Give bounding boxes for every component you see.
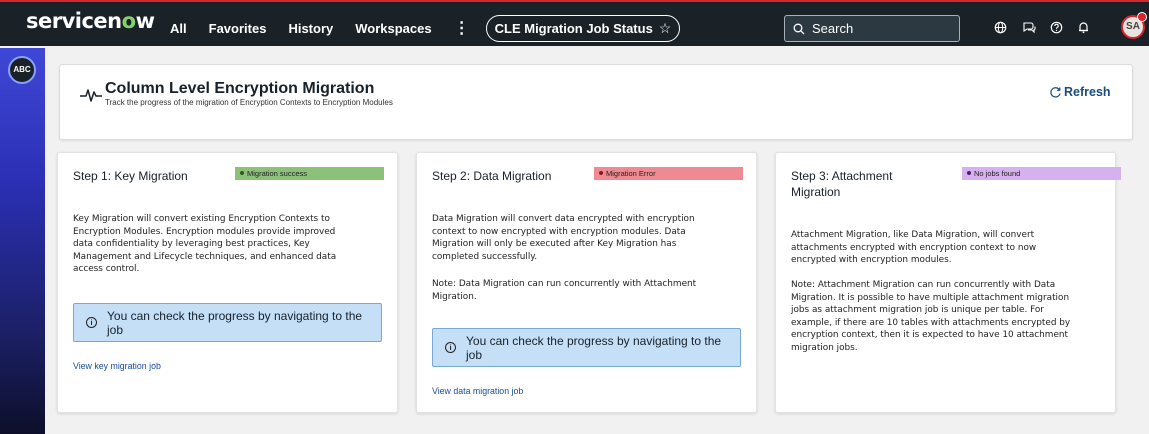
status-badge-label: No jobs found <box>974 169 1021 178</box>
search-icon <box>793 23 805 34</box>
step-title: Step 1: Key Migration <box>73 169 188 183</box>
description-line: access control. <box>73 264 140 275</box>
view-key-migration-job-link[interactable]: View key migration job <box>73 361 161 371</box>
notifications-bell-icon[interactable] <box>1076 21 1090 35</box>
description-line: Key Migration will convert existing Encr… <box>73 214 330 224</box>
info-icon: i <box>445 342 456 353</box>
global-search-input[interactable]: Search <box>784 15 960 42</box>
page-header-card: Column Level Encryption Migration Track … <box>59 64 1133 140</box>
step-title-line: Migration <box>791 185 841 199</box>
step-card-key-migration: Step 1: Key Migration Migration success … <box>57 152 398 413</box>
nav-workspaces[interactable]: Workspaces <box>355 21 431 38</box>
notification-badge <box>1137 12 1147 22</box>
help-icon[interactable] <box>1049 21 1063 35</box>
status-badge: No jobs found <box>962 167 1121 180</box>
info-text: You can check the progress by navigating… <box>466 333 722 362</box>
description-line: Management and Lifecycle techniques, and… <box>73 251 337 262</box>
description-line: Data Migration will convert data encrypt… <box>432 214 695 224</box>
step-description: Key Migration will convert existing Encr… <box>73 213 336 276</box>
note-line: Note: Attachment Migration can run concu… <box>791 280 1056 290</box>
refresh-label: Refresh <box>1064 85 1111 99</box>
note-line: example, if there are 10 tables with att… <box>791 317 1071 328</box>
step-title: Step 2: Data Migration <box>432 169 552 183</box>
nav-favorites[interactable]: Favorites <box>209 21 267 38</box>
info-callout: i You can check the progress by navigati… <box>432 328 741 367</box>
status-badge-label: Migration Error <box>606 169 656 178</box>
step-description: Attachment Migration, like Data Migratio… <box>791 229 1036 267</box>
view-data-migration-job-link[interactable]: View data migration job <box>432 386 523 396</box>
status-dot-icon <box>967 171 971 176</box>
top-navigation-bar: servicenow All Favorites History Workspa… <box>0 0 1149 46</box>
status-badge: Migration Error <box>594 167 743 180</box>
description-line: completed successfully. <box>432 251 538 262</box>
star-icon[interactable]: ☆ <box>659 20 672 37</box>
status-badge-label: Migration success <box>247 169 308 178</box>
page-subtitle: Track the progress of the migration of E… <box>105 98 393 107</box>
note-line: migration jobs. <box>791 342 858 353</box>
step-note: Note: Attachment Migration can run concu… <box>791 279 1070 355</box>
context-title-pill[interactable]: CLE Migration Job Status ☆ <box>486 15 680 42</box>
main-nav: All Favorites History Workspaces ⋮ <box>170 18 492 38</box>
description-line: Migration will only be executed after Ke… <box>432 239 677 250</box>
nav-history[interactable]: History <box>288 21 333 38</box>
status-dot-icon <box>599 171 603 176</box>
activity-icon <box>80 89 102 102</box>
info-text: You can check the progress by navigating… <box>107 308 363 337</box>
chat-icon[interactable] <box>1022 21 1036 35</box>
app-badge[interactable]: ABC <box>8 56 36 84</box>
status-dot-icon <box>240 171 244 176</box>
note-line: encryption context, then it is expected … <box>791 330 1069 341</box>
more-menu-icon[interactable]: ⋮ <box>454 18 470 38</box>
description-line: attachments encrypted with encryption co… <box>791 242 1037 253</box>
description-line: encrypted with encryption modules. <box>791 255 952 266</box>
info-icon: i <box>86 317 97 328</box>
description-line: context to now encrypted with encryption… <box>432 226 686 237</box>
nav-all[interactable]: All <box>170 21 187 38</box>
search-placeholder: Search <box>812 21 854 36</box>
description-line: data confidentiality by leveraging best … <box>73 239 310 250</box>
note-line: Migration. It is possible to have multip… <box>791 292 1070 303</box>
avatar-initials: SA <box>1126 21 1140 32</box>
info-callout: i You can check the progress by navigati… <box>73 303 382 342</box>
servicenow-logo[interactable]: servicenow <box>26 9 155 33</box>
left-rail: ABC <box>0 48 45 434</box>
user-avatar[interactable]: SA <box>1121 12 1147 39</box>
note-line: Migration. <box>432 291 477 302</box>
description-line: Attachment Migration, like Data Migratio… <box>791 230 1035 240</box>
note-line: jobs as attachment migration job is uniq… <box>791 305 1044 316</box>
description-line: Encryption Modules. Encryption modules p… <box>73 226 336 237</box>
refresh-icon <box>1050 86 1061 98</box>
step-note: Note: Data Migration can run concurrentl… <box>432 278 696 303</box>
status-badge: Migration success <box>235 167 384 180</box>
step-description: Data Migration will convert data encrypt… <box>432 213 695 263</box>
step-card-data-migration: Step 2: Data Migration Migration Error D… <box>416 152 757 413</box>
page-title: Column Level Encryption Migration <box>105 80 375 97</box>
context-title: CLE Migration Job Status <box>494 21 653 36</box>
globe-icon[interactable] <box>993 21 1007 35</box>
step-title: Step 3: Attachment Migration <box>791 168 892 200</box>
note-line: Note: Data Migration can run concurrentl… <box>432 279 697 289</box>
step-title-line: Step 3: Attachment <box>791 169 893 183</box>
refresh-button[interactable]: Refresh <box>1049 85 1111 99</box>
step-card-attachment-migration: Step 3: Attachment Migration No jobs fou… <box>775 152 1121 413</box>
